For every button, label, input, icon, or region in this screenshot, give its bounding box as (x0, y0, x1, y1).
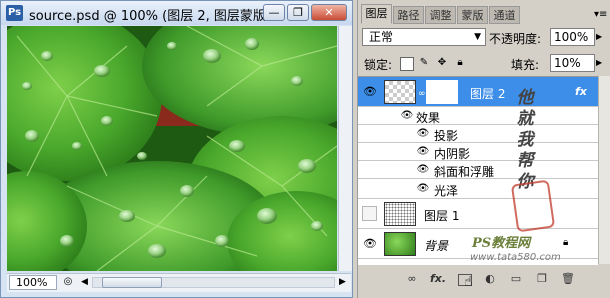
document-info-icon[interactable]: ◎ (61, 275, 75, 289)
effect-eye-icon[interactable]: 👁︎ (416, 165, 430, 175)
status-bar: 100% ◎ ◀ ▶ (7, 273, 351, 292)
visibility-eye-icon[interactable]: 👁︎ (362, 238, 378, 250)
fill-label: 填充: (511, 58, 540, 72)
seal-stamp (510, 179, 556, 233)
blend-mode-value: 正常 (369, 30, 394, 44)
tab-layers[interactable]: 图层 (361, 4, 392, 24)
horizontal-scroll-thumb[interactable] (102, 277, 162, 288)
layer-thumbnail (384, 202, 416, 226)
document-window: Ps source.psd @ 100% (图层 2, 图层蒙版/... — ❐… (0, 0, 353, 298)
effect-name: 内阴影 (434, 147, 471, 161)
scroll-left-arrow-icon[interactable]: ◀ (79, 276, 90, 289)
document-title: source.psd @ 100% (图层 2, 图层蒙版/... (29, 9, 283, 24)
hand-cursor-icon: ☝ (464, 274, 473, 290)
chevron-down-icon: ▼ (474, 32, 481, 42)
effects-eye-icon[interactable]: 👁︎ (400, 111, 414, 121)
layers-bottom-bar: ∞ fx. ◐ ▭ ❐ 🗑︎ (358, 268, 610, 290)
opacity-arrow-icon[interactable]: ▶ (596, 32, 602, 41)
scroll-right-arrow-icon[interactable]: ▶ (337, 276, 348, 289)
brush-lock-icon[interactable]: ✎ (418, 57, 430, 69)
transparency-lock-icon[interactable] (400, 57, 414, 71)
layer-name: 图层 1 (424, 209, 460, 223)
layer-row-layer-1[interactable]: 图层 1 (358, 199, 598, 229)
all-lock-icon[interactable]: 🔒︎ (454, 57, 466, 69)
adjustment-icon[interactable]: ◐ (482, 272, 498, 286)
restore-button[interactable]: ❐ (287, 4, 309, 21)
panel-tabs: 图层 路径 调整 蒙版 通道 ▾≡ (358, 4, 610, 24)
layer-row-layer-2[interactable]: 👁︎ ∞ 图层 2 fx (358, 77, 598, 107)
group-icon[interactable]: ▭ (508, 272, 524, 286)
effect-row-satin[interactable]: 👁︎ 光泽 (358, 179, 598, 199)
fx-icon[interactable]: fx (575, 85, 587, 98)
blend-mode-select[interactable]: 正常 ▼ (362, 28, 486, 46)
panel-menu-icon[interactable]: ▾≡ (594, 9, 607, 20)
mask-link-icon[interactable]: ∞ (418, 89, 426, 99)
leaf-photo (7, 26, 337, 271)
new-layer-icon[interactable]: ❐ (534, 272, 550, 286)
effect-name: 投影 (434, 129, 459, 143)
effect-eye-icon[interactable]: 👁︎ (416, 184, 430, 194)
trash-icon[interactable]: 🗑︎ (560, 272, 576, 286)
watermark-site-text: PS教程网 (472, 236, 531, 251)
effect-eye-icon[interactable]: 👁︎ (416, 147, 430, 157)
effect-row-bevel-emboss[interactable]: 👁︎ 斜面和浮雕 (358, 161, 598, 179)
fill-field[interactable]: 10% (550, 54, 595, 72)
fill-arrow-icon[interactable]: ▶ (596, 58, 602, 67)
effects-label: 效果 (416, 111, 441, 125)
layers-scrollbar[interactable] (598, 76, 610, 264)
opacity-field[interactable]: 100% (550, 28, 595, 46)
lock-icon: 🔒︎ (563, 237, 569, 248)
effect-eye-icon[interactable]: 👁︎ (416, 129, 430, 139)
visibility-toggle-empty[interactable] (362, 206, 377, 221)
document-title-bar[interactable]: Ps source.psd @ 100% (图层 2, 图层蒙版/... — ❐… (1, 1, 352, 25)
visibility-eye-icon[interactable]: 👁︎ (362, 86, 378, 98)
effect-row-drop-shadow[interactable]: 👁︎ 投影 (358, 125, 598, 143)
watermark-url-text: www.tata580.com (470, 252, 561, 263)
lock-row: 锁定: ✎ ✥ 🔒︎ 填充: 10% ▶ (358, 52, 610, 74)
watermark-vertical-text: 他 就 我 帮 你 (516, 88, 534, 192)
tab-adjustments[interactable]: 调整 (425, 6, 456, 24)
layer-mask-thumbnail[interactable] (426, 80, 458, 104)
document-canvas[interactable] (7, 26, 337, 271)
zoom-field[interactable]: 100% (9, 275, 57, 290)
opacity-label: 不透明度: (489, 32, 542, 46)
layer-name: 图层 2 (470, 87, 506, 101)
effect-row-inner-shadow[interactable]: 👁︎ 内阴影 (358, 143, 598, 161)
link-icon[interactable]: ∞ (404, 272, 420, 286)
tab-channels[interactable]: 通道 (489, 6, 520, 24)
effect-name: 斜面和浮雕 (434, 165, 495, 179)
move-lock-icon[interactable]: ✥ (436, 57, 448, 69)
layer-thumbnail (384, 80, 416, 104)
layer-thumbnail (384, 232, 416, 256)
effect-name: 光泽 (434, 184, 459, 198)
layer-name: 背景 (424, 239, 449, 253)
blend-row: 正常 ▼ 不透明度: 100% ▶ (358, 26, 610, 48)
vertical-scrollbar[interactable] (338, 26, 352, 271)
fx-icon[interactable]: fx. (430, 272, 446, 286)
close-button[interactable]: ✕ (311, 4, 347, 21)
minimize-button[interactable]: — (263, 4, 285, 21)
lock-label: 锁定: (364, 58, 393, 72)
photoshop-logo-icon: Ps (6, 5, 23, 21)
tab-paths[interactable]: 路径 (393, 6, 424, 24)
effects-group-row[interactable]: 👁︎ 效果 (358, 107, 598, 125)
tab-masks[interactable]: 蒙版 (457, 6, 488, 24)
